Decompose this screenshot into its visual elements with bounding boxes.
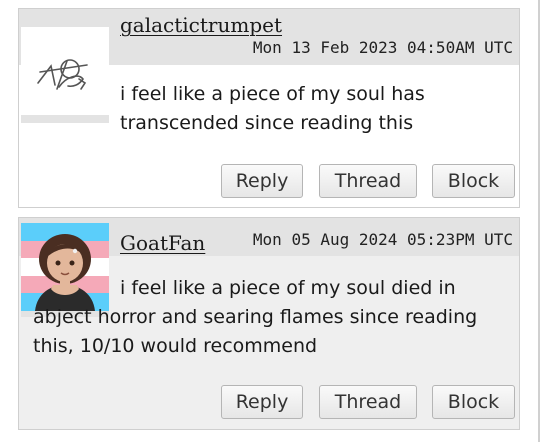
- username-link[interactable]: galactictrumpet: [120, 13, 282, 37]
- block-button[interactable]: Block: [432, 164, 515, 198]
- block-button[interactable]: Block: [432, 385, 515, 419]
- comment-timestamp: Mon 05 Aug 2024 05:23PM UTC: [252, 230, 513, 249]
- comment-card: GoatFan Mon 05 Aug 2024 05:23PM UTC i fe…: [18, 217, 520, 430]
- thread-button[interactable]: Thread: [319, 164, 417, 198]
- thread-button[interactable]: Thread: [319, 385, 417, 419]
- reply-button[interactable]: Reply: [221, 164, 303, 198]
- comment-text: i feel like a piece of my soul died in a…: [33, 277, 478, 357]
- sketch-logo-icon: [37, 59, 88, 90]
- username-link[interactable]: GoatFan: [120, 231, 205, 255]
- comment-timestamp: Mon 13 Feb 2023 04:50AM UTC: [252, 38, 513, 57]
- comment-text: i feel like a piece of my soul has trans…: [120, 83, 425, 134]
- avatar[interactable]: [21, 27, 109, 123]
- comment-card: galactictrumpet Mon 13 Feb 2023 04:50AM …: [18, 8, 520, 208]
- reply-button[interactable]: Reply: [221, 385, 303, 419]
